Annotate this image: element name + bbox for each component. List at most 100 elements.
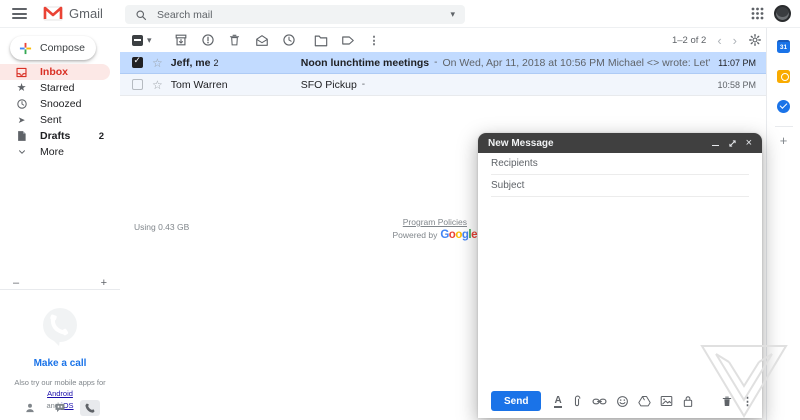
drafts-count: 2 bbox=[99, 131, 104, 142]
gmail-app: Gmail Search mail ▾ Compose I bbox=[0, 0, 800, 420]
move-to-folder-icon[interactable] bbox=[314, 34, 328, 47]
tasks-icon[interactable] bbox=[777, 100, 790, 113]
sidebar-item-label: More bbox=[40, 146, 64, 158]
insert-emoji-icon[interactable] bbox=[616, 395, 629, 408]
report-spam-icon[interactable] bbox=[201, 33, 215, 47]
send-icon: ➤ bbox=[15, 116, 28, 125]
storage-usage: Using 0.43 GB bbox=[134, 222, 189, 232]
row-star-icon[interactable]: ☆ bbox=[152, 79, 163, 91]
inbox-icon bbox=[15, 66, 28, 79]
subject-field[interactable]: Subject bbox=[491, 175, 749, 197]
star-icon: ★ bbox=[15, 83, 28, 94]
row-star-icon[interactable]: ☆ bbox=[152, 57, 163, 69]
subject-separator: - bbox=[434, 57, 437, 68]
delete-icon[interactable] bbox=[228, 33, 242, 47]
compose-button[interactable]: Compose bbox=[10, 36, 96, 60]
pagination: 1–2 of 2 ‹ › bbox=[672, 28, 762, 52]
confidential-mode-icon[interactable] bbox=[682, 395, 694, 408]
select-all-checkbox[interactable] bbox=[132, 35, 143, 46]
more-options-icon[interactable]: ⋮ bbox=[742, 395, 753, 408]
mark-as-read-icon[interactable] bbox=[255, 34, 269, 47]
sidebar-item-more[interactable]: More bbox=[0, 144, 110, 160]
minimize-icon[interactable] bbox=[712, 140, 719, 146]
compose-window: New Message × Recipients Subject Send A bbox=[478, 133, 762, 418]
email-time: 11:07 PM bbox=[710, 58, 756, 68]
sidebar-item-drafts[interactable]: Drafts 2 bbox=[0, 128, 110, 144]
google-apps-grid-icon[interactable] bbox=[751, 7, 764, 20]
sidebar-item-sent[interactable]: ➤ Sent bbox=[0, 112, 110, 128]
row-checkbox-checked[interactable]: ✓ bbox=[132, 57, 143, 68]
thread-count: 2 bbox=[213, 58, 218, 68]
compose-controls: × bbox=[712, 138, 752, 149]
email-snippet-right: > wrote: Let's ... bbox=[653, 57, 710, 69]
pagination-count: 1–2 of 2 bbox=[672, 35, 706, 46]
sender-cell: Jeff, me 2 bbox=[171, 57, 301, 69]
sidebar-item-inbox[interactable]: Inbox bbox=[0, 64, 110, 80]
labels-icon[interactable] bbox=[341, 34, 355, 47]
row-checkbox[interactable] bbox=[132, 79, 143, 90]
recipients-field[interactable]: Recipients bbox=[491, 153, 749, 175]
message-body-field[interactable] bbox=[478, 199, 762, 386]
program-policies-link[interactable]: Program Policies bbox=[403, 217, 467, 227]
sender-name: Tom Warren bbox=[171, 79, 228, 91]
account-avatar[interactable] bbox=[774, 5, 791, 22]
calendar-icon[interactable]: 31 bbox=[777, 40, 790, 53]
snooze-icon[interactable] bbox=[282, 33, 296, 47]
sidebar-item-label: Drafts bbox=[40, 130, 70, 142]
sidebar-nav: Inbox ★ Starred Snoozed ➤ Sent Drafts bbox=[0, 64, 110, 160]
select-caret-icon[interactable]: ▾ bbox=[147, 35, 152, 46]
subject-separator: - bbox=[362, 79, 365, 90]
delete-draft-icon[interactable] bbox=[721, 395, 733, 408]
email-row[interactable]: ☆ Tom Warren SFO Pickup - 10:58 PM bbox=[120, 74, 766, 96]
hangouts-widget: – + Make a call Also try our mobile apps… bbox=[0, 276, 120, 420]
top-bar: Gmail Search mail ▾ bbox=[0, 0, 800, 28]
attach-file-icon[interactable] bbox=[571, 395, 583, 408]
google-logo: Google bbox=[440, 229, 477, 241]
insert-link-icon[interactable] bbox=[592, 396, 607, 407]
compose-header[interactable]: New Message × bbox=[478, 133, 762, 153]
android-link[interactable]: Android bbox=[47, 389, 73, 398]
settings-gear-icon[interactable] bbox=[748, 33, 762, 47]
keep-icon[interactable] bbox=[777, 70, 790, 83]
clock-icon bbox=[15, 98, 28, 110]
search-options-caret-icon[interactable]: ▾ bbox=[450, 9, 455, 20]
newer-page-icon[interactable]: ‹ bbox=[717, 34, 721, 47]
archive-icon[interactable] bbox=[174, 33, 188, 47]
older-page-icon[interactable]: › bbox=[733, 34, 737, 47]
gmail-logo: Gmail bbox=[43, 6, 103, 21]
gmail-envelope-icon bbox=[43, 6, 63, 21]
hangouts-dock bbox=[0, 400, 120, 416]
search-icon bbox=[135, 9, 147, 21]
more-actions-icon[interactable]: ⋮ bbox=[369, 34, 380, 47]
search-input[interactable]: Search mail ▾ bbox=[125, 5, 465, 24]
sidebar-item-snoozed[interactable]: Snoozed bbox=[0, 96, 110, 112]
sidebar-item-label: Sent bbox=[40, 114, 62, 126]
compose-title: New Message bbox=[488, 138, 712, 149]
conversations-tab-icon[interactable] bbox=[50, 400, 70, 416]
email-time: 10:58 PM bbox=[710, 80, 756, 90]
gmail-wordmark: Gmail bbox=[69, 6, 103, 21]
sidebar-item-starred[interactable]: ★ Starred bbox=[0, 80, 110, 96]
phone-tab-icon[interactable] bbox=[80, 400, 100, 416]
get-add-ons-icon[interactable]: + bbox=[780, 134, 788, 147]
close-icon[interactable]: × bbox=[746, 138, 752, 149]
contacts-tab-icon[interactable] bbox=[20, 400, 40, 416]
hangouts-minimize-icon[interactable]: – bbox=[13, 277, 19, 289]
email-subject: SFO Pickup bbox=[301, 79, 357, 91]
sender-cell: Tom Warren bbox=[171, 79, 301, 91]
email-subject: Noon lunchtime meetings bbox=[301, 57, 429, 69]
apps-note-text: Also try our mobile apps for bbox=[14, 378, 105, 387]
hangouts-new-conversation-icon[interactable]: + bbox=[101, 277, 107, 289]
make-a-call-link[interactable]: Make a call bbox=[0, 358, 120, 369]
insert-photo-icon[interactable] bbox=[660, 395, 673, 407]
email-snippet: On Wed, Apr 11, 2018 at 10:56 PM Michael… bbox=[442, 57, 653, 69]
compose-toolbar: A bbox=[554, 395, 693, 408]
formatting-options-icon[interactable]: A bbox=[554, 395, 561, 408]
main-menu-icon[interactable] bbox=[12, 8, 27, 19]
insert-from-drive-icon[interactable] bbox=[638, 395, 651, 407]
sender-name: Jeff, me bbox=[171, 57, 211, 69]
pop-out-icon[interactable] bbox=[728, 139, 737, 148]
send-button[interactable]: Send bbox=[491, 391, 541, 411]
email-row[interactable]: ✓ ☆ Jeff, me 2 Noon lunchtime meetings -… bbox=[120, 52, 766, 74]
hangouts-call-bubble-icon bbox=[37, 304, 83, 350]
